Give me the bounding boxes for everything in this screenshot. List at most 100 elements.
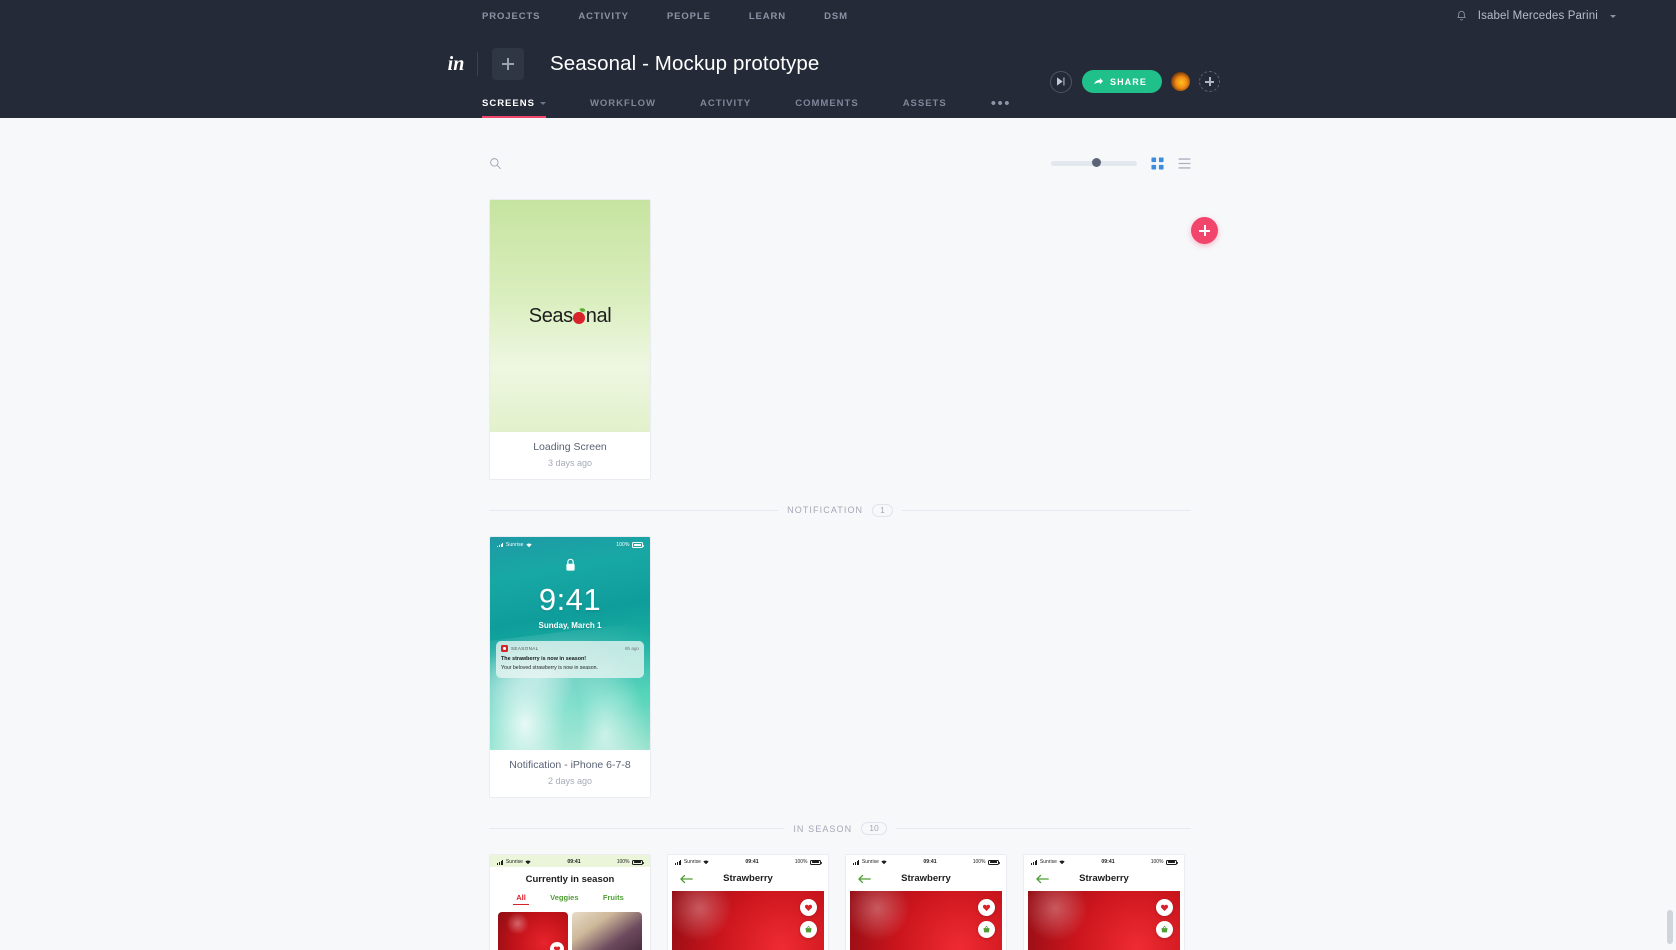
food-tile-veggie[interactable] (572, 912, 642, 950)
sidebar-item-people[interactable]: PEOPLE (667, 11, 711, 22)
section-count-badge: 10 (861, 821, 887, 836)
divider-line (489, 509, 779, 511)
search-icon[interactable] (489, 157, 502, 170)
user-name-label[interactable]: Isabel Mercedes Parini (1478, 10, 1598, 22)
battery-icon (631, 859, 644, 866)
wifi-icon (1059, 860, 1065, 865)
search-box (489, 156, 669, 170)
sidebar-item-projects[interactable]: PROJECTS (482, 11, 540, 22)
tab-comments[interactable]: COMMENTS (795, 98, 858, 118)
status-bar-time: 09:41 (745, 859, 759, 866)
carrier-label: Sunrise (683, 859, 701, 866)
screen-card-loading[interactable]: Seas nal Loading Screen 3 days ago (489, 199, 651, 480)
section-label: IN SEASON (793, 823, 853, 834)
logo-text-start: Seas (528, 304, 573, 327)
project-header-row: in Seasonal - Mockup prototype (0, 32, 1676, 88)
battery-label: 100% (1150, 859, 1164, 866)
present-button[interactable] (1049, 70, 1072, 93)
tab-screens[interactable]: SCREENS (482, 98, 546, 118)
carrier-label: Sunrise (505, 859, 523, 866)
status-bar-time: 09:41 (1101, 859, 1115, 866)
food-tile-strawberry[interactable] (498, 912, 568, 950)
search-input[interactable] (509, 156, 669, 170)
hero-image (1028, 891, 1180, 950)
basket-icon[interactable] (1156, 921, 1173, 939)
ios-status-bar: Sunrise 09:41 100% (1024, 855, 1184, 868)
sidebar-item-learn[interactable]: LEARN (749, 11, 786, 22)
screen-card-strawberry-2[interactable]: Sunrise 09:41 100% Strawberry (845, 854, 1007, 950)
sidebar-item-dsm[interactable]: DSM (824, 11, 848, 22)
bell-icon[interactable] (1455, 10, 1468, 23)
tab-activity-label: ACTIVITY (699, 98, 752, 109)
screen-card-title: Notification - iPhone 6-7-8 (509, 759, 631, 772)
apple-icon (573, 311, 586, 324)
basket-icon[interactable] (800, 921, 817, 939)
add-member-button[interactable] (1199, 71, 1220, 92)
carrier-label: Sunrise (861, 859, 879, 866)
status-bar-left: Sunrise (1031, 859, 1065, 865)
section-divider-in-season: IN SEASON 10 (489, 821, 1192, 836)
carrier-label: Sunrise (1039, 859, 1057, 866)
list-view-icon[interactable] (1178, 157, 1191, 170)
present-icon (1057, 77, 1065, 86)
tab-all[interactable]: All (513, 893, 529, 906)
chevron-down-icon[interactable] (1610, 14, 1616, 18)
ios-status-bar: Sunrise 09:41 100% (668, 855, 828, 868)
global-top-nav: PROJECTS ACTIVITY PEOPLE LEARN DSM Isabe… (0, 0, 1676, 32)
lock-screen-date: Sunday, March 1 (538, 621, 602, 631)
status-bar-left: Sunrise (675, 859, 709, 865)
add-screen-fab[interactable] (1191, 217, 1218, 244)
battery-label: 100% (972, 859, 986, 866)
wifi-icon (526, 543, 532, 547)
page-scrollbar[interactable] (1667, 910, 1673, 944)
signal-icon (1031, 860, 1038, 865)
screen-card-strawberry-3[interactable]: Sunrise 09:41 100% Strawberry (1023, 854, 1185, 950)
wifi-icon (703, 860, 709, 865)
basket-icon[interactable] (978, 921, 995, 939)
add-screen-button[interactable] (492, 48, 524, 80)
signal-icon (675, 860, 682, 865)
screen-card-currently-in-season[interactable]: Sunrise 09:41 100% Currently in season A… (489, 854, 651, 950)
heart-icon[interactable] (800, 899, 817, 917)
hero-image (672, 891, 824, 950)
detail-header: Strawberry (850, 867, 1002, 892)
avatar[interactable] (1170, 71, 1191, 92)
account-area: Isabel Mercedes Parini (1455, 10, 1616, 23)
divider-line (489, 828, 785, 830)
global-nav-links: PROJECTS ACTIVITY PEOPLE LEARN DSM (482, 11, 848, 22)
screen-card-notification[interactable]: Sunrise 100% 9:41 Sunday, March 1 SEASON… (489, 536, 651, 798)
tab-assets-label: ASSETS (902, 98, 947, 109)
sidebar-item-activity[interactable]: ACTIVITY (578, 11, 628, 22)
header-divider (477, 52, 478, 76)
back-arrow-icon[interactable] (680, 874, 693, 884)
tab-workflow[interactable]: WORKFLOW (590, 98, 656, 118)
share-arrow-icon (1094, 78, 1103, 85)
thumbnail-size-slider-thumb[interactable] (1092, 158, 1101, 167)
signal-icon (497, 860, 504, 865)
thumbnail-size-slider[interactable] (1051, 158, 1137, 167)
tab-activity[interactable]: ACTIVITY (700, 98, 751, 118)
back-arrow-icon[interactable] (858, 874, 871, 884)
tab-assets[interactable]: ASSETS (903, 98, 947, 118)
share-button[interactable]: SHARE (1081, 70, 1162, 93)
screen-card-strawberry-1[interactable]: Sunrise 09:41 100% Strawberry (667, 854, 829, 950)
back-arrow-icon[interactable] (1036, 874, 1049, 884)
heart-icon[interactable] (550, 942, 564, 950)
section-count-badge: 1 (872, 503, 893, 518)
tab-fruits[interactable]: Fruits (603, 893, 624, 905)
tab-veggies[interactable]: Veggies (550, 893, 578, 905)
divider-line (901, 509, 1192, 511)
battery-icon (632, 542, 644, 548)
notification-body: Your beloved strawberry is now in season… (501, 665, 598, 672)
screen-thumbnail: Sunrise 09:41 100% Strawberry (668, 855, 828, 950)
status-bar-time: 09:41 (923, 859, 937, 866)
tab-overflow-button[interactable]: ••• (991, 96, 1011, 118)
screen-card-date: 3 days ago (547, 457, 593, 468)
heart-icon[interactable] (978, 899, 995, 917)
invision-logo[interactable]: in (443, 53, 469, 76)
lock-icon (565, 558, 575, 571)
section-label: NOTIFICATION (787, 505, 864, 516)
plus-icon (502, 58, 514, 70)
grid-view-icon[interactable] (1151, 156, 1164, 170)
heart-icon[interactable] (1156, 899, 1173, 917)
